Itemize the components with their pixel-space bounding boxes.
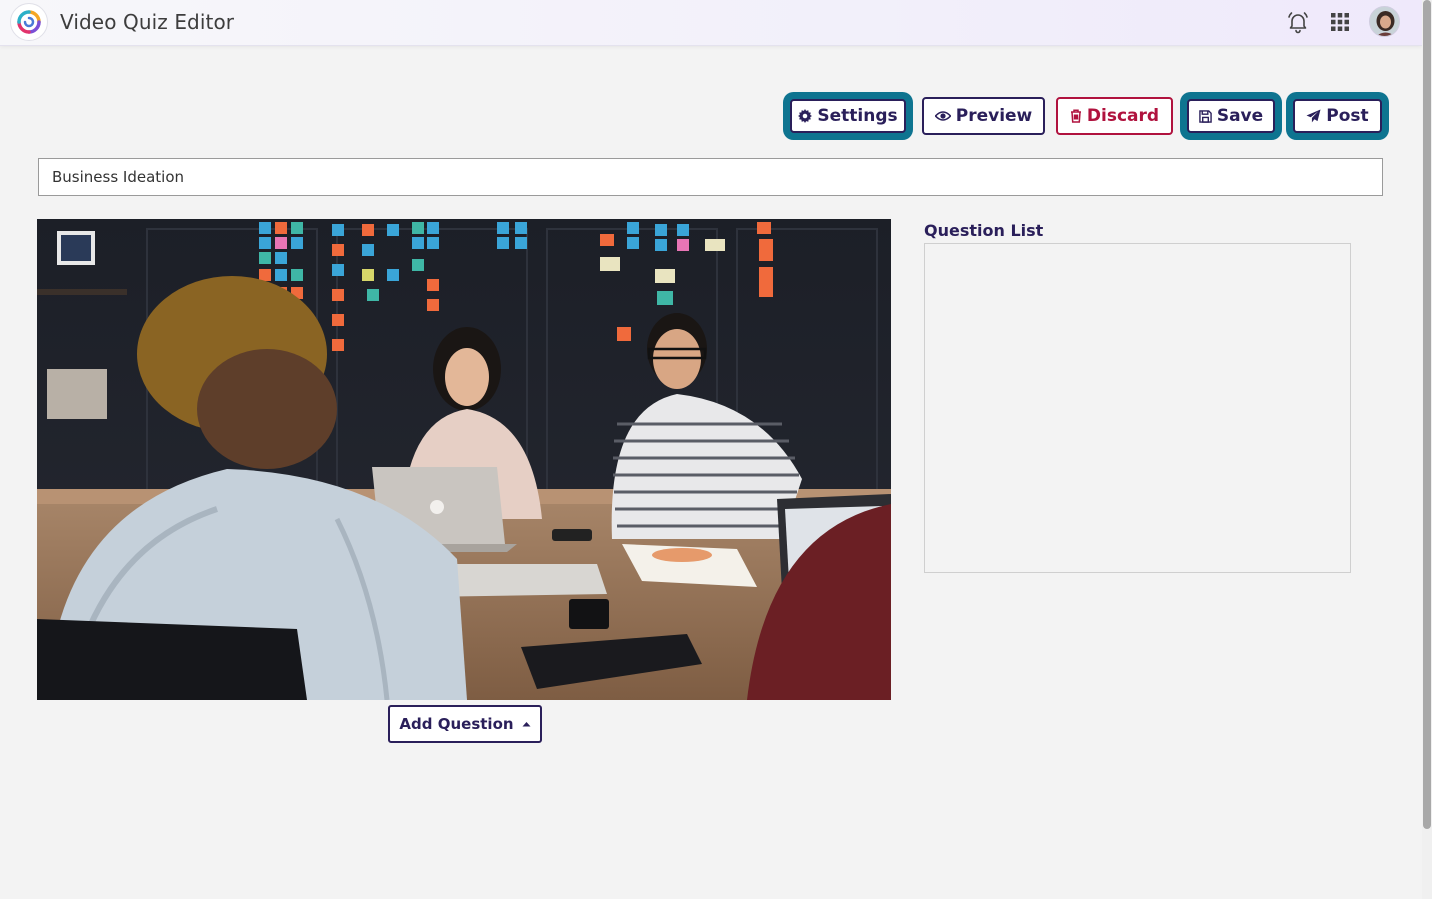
save-button-label: Save (1216, 106, 1264, 126)
eye-icon (934, 111, 951, 121)
bell-icon (1288, 12, 1308, 34)
question-list-heading: Question List (924, 221, 1044, 240)
add-question-button[interactable]: Add Question (388, 705, 542, 743)
post-button[interactable]: Post (1293, 99, 1382, 133)
save-button[interactable]: Save (1187, 99, 1275, 133)
video-frame (37, 219, 891, 700)
top-header: Video Quiz Editor (0, 0, 1422, 46)
paper-plane-icon (1306, 109, 1321, 123)
discard-button[interactable]: Discard (1056, 97, 1173, 135)
preview-button[interactable]: Preview (922, 97, 1045, 135)
trash-icon (1070, 109, 1081, 123)
settings-button-label: Settings (817, 106, 898, 126)
app-logo-icon (17, 10, 41, 34)
post-button-label: Post (1326, 106, 1369, 126)
add-question-label: Add Question (399, 715, 514, 733)
apps-menu-button[interactable] (1327, 9, 1353, 35)
grid-icon (1331, 13, 1349, 31)
gear-icon (798, 109, 813, 123)
floppy-disk-icon (1199, 109, 1212, 123)
app-logo[interactable] (10, 3, 48, 41)
discard-button-label: Discard (1086, 106, 1160, 126)
video-player[interactable] (37, 219, 891, 700)
caret-up-icon (522, 722, 531, 727)
preview-button-label: Preview (955, 106, 1033, 126)
page-scrollbar-thumb[interactable] (1423, 0, 1431, 829)
avatar-icon (1370, 7, 1399, 36)
question-list-panel (924, 243, 1351, 573)
notifications-button[interactable] (1285, 9, 1311, 35)
app-title: Video Quiz Editor (60, 10, 235, 34)
quiz-title-input[interactable] (38, 158, 1383, 196)
user-avatar[interactable] (1369, 6, 1400, 37)
settings-button[interactable]: Settings (790, 99, 906, 133)
